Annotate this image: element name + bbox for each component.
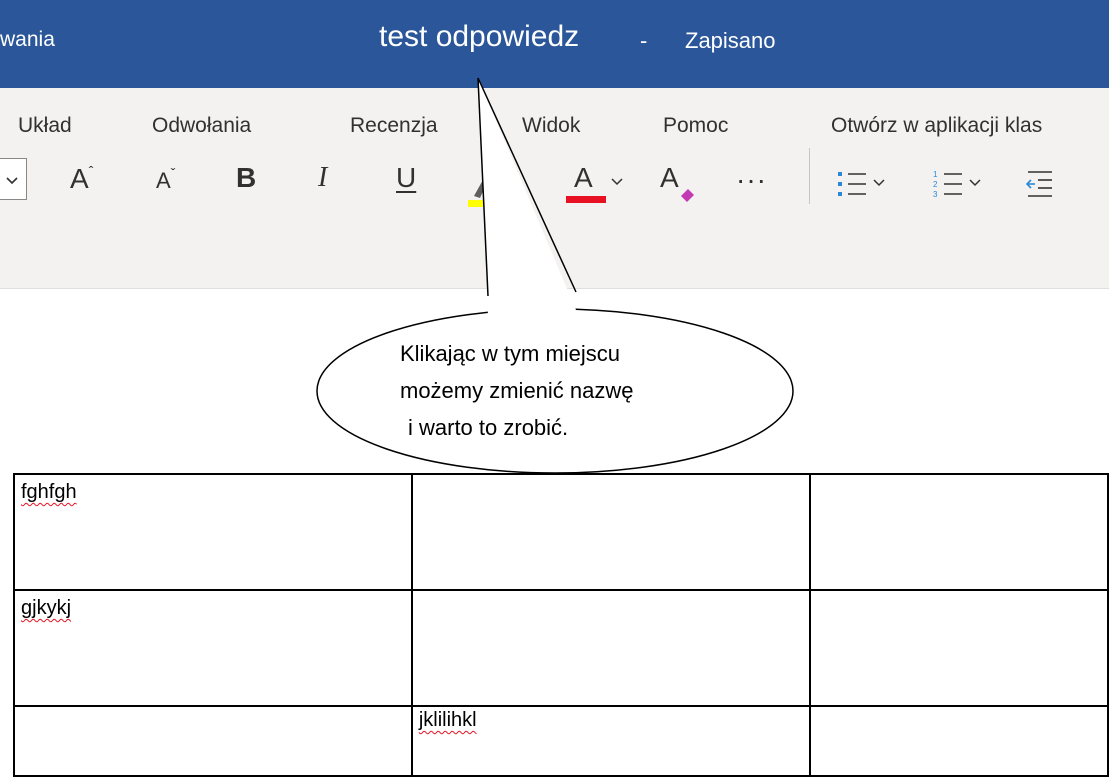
callout-line-1: Klikając w tym miejscu [400,341,621,366]
callout-line-3: i warto to zrobić. [408,415,569,440]
callout-line-2: możemy zmienić nazwę [400,378,634,403]
